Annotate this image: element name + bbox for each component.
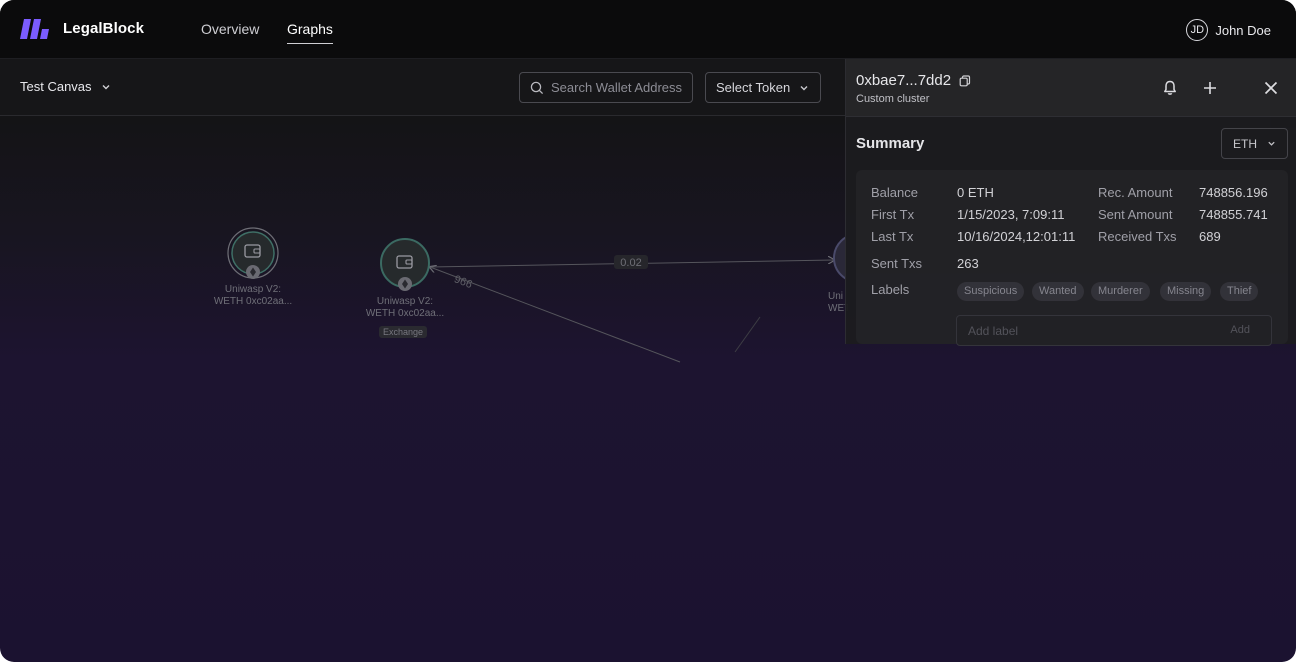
graph-edges: 0.02 966 bbox=[227, 227, 845, 363]
balance-value: 0 ETH bbox=[957, 185, 994, 200]
chevron-down-icon bbox=[800, 85, 808, 90]
copy-icon[interactable] bbox=[959, 74, 971, 87]
chevron-down-icon bbox=[102, 84, 110, 89]
app-window: LegalBlock Overview Graphs JD John Doe T… bbox=[0, 0, 1296, 662]
label-tag-missing[interactable]: Missing bbox=[1160, 282, 1212, 301]
bell-icon[interactable] bbox=[1160, 78, 1180, 98]
canvas-toolbar: Test Canvas Select Token bbox=[0, 59, 845, 116]
summary-title: Summary bbox=[856, 135, 925, 152]
label-tag-wanted[interactable]: Wanted bbox=[1032, 282, 1084, 301]
wallet-node[interactable] bbox=[833, 234, 845, 282]
token-select[interactable]: Select Token bbox=[705, 72, 821, 103]
close-icon[interactable] bbox=[1261, 78, 1281, 98]
received-txs-label: Received Txs bbox=[1098, 229, 1177, 244]
add-label-button[interactable]: Add bbox=[1230, 324, 1250, 336]
node-label: Uniwasp V2: WETH 0xc02aa... bbox=[365, 296, 445, 319]
label-tag-suspicious[interactable]: Suspicious bbox=[957, 282, 1025, 301]
top-header: LegalBlock Overview Graphs JD John Doe bbox=[0, 0, 1296, 59]
legalblock-logo-icon bbox=[20, 19, 49, 39]
wallet-address-text: 0xbae7...7dd2 bbox=[856, 72, 952, 89]
sent-amount-label: Sent Amount bbox=[1098, 207, 1173, 222]
node-label: Uniwasp V2: WETH 0xc02aa... bbox=[213, 284, 293, 307]
wallet-node[interactable] bbox=[227, 227, 279, 279]
panel-header: 0xbae7...7dd2 Custom cluster bbox=[846, 59, 1296, 117]
nav-graphs[interactable]: Graphs bbox=[287, 21, 333, 44]
currency-select[interactable]: ETH bbox=[1221, 128, 1288, 159]
chevron-down-icon bbox=[1268, 141, 1275, 146]
edge-label: 0.02 bbox=[620, 257, 641, 269]
add-label-input[interactable] bbox=[968, 323, 1218, 338]
labels-title: Labels bbox=[871, 282, 910, 297]
sent-txs-label: Sent Txs bbox=[871, 256, 923, 271]
add-label-field[interactable]: Add bbox=[956, 315, 1272, 346]
sent-txs-value: 263 bbox=[957, 256, 979, 271]
user-menu[interactable]: JD John Doe bbox=[1186, 19, 1271, 41]
search-input[interactable] bbox=[551, 80, 687, 95]
brand-name: LegalBlock bbox=[63, 20, 145, 37]
graph-canvas[interactable]: 0.02 966 Uniwasp V2: WETH 0xc02aa... Uni… bbox=[0, 117, 848, 662]
last-tx-value: 10/16/2024,12:01:11 bbox=[957, 229, 1076, 244]
nav-overview[interactable]: Overview bbox=[201, 21, 259, 37]
plus-icon[interactable] bbox=[1200, 78, 1220, 98]
rec-amount-value: 748856.196 bbox=[1199, 185, 1268, 200]
last-tx-label: Last Tx bbox=[871, 229, 914, 244]
canvas-selector[interactable]: Test Canvas bbox=[20, 79, 111, 94]
avatar[interactable]: JD bbox=[1186, 19, 1209, 41]
token-select-label: Select Token bbox=[716, 80, 791, 95]
first-tx-value: 1/15/2023, 7:09:11 bbox=[957, 207, 1065, 222]
wallet-address: 0xbae7...7dd2 bbox=[856, 72, 971, 89]
canvas-name: Test Canvas bbox=[20, 79, 92, 94]
first-tx-label: First Tx bbox=[871, 207, 915, 222]
label-tag-murderer[interactable]: Murderer bbox=[1091, 282, 1150, 301]
summary-card: Balance 0 ETH First Tx 1/15/2023, 7:09:1… bbox=[856, 170, 1288, 346]
balance-label: Balance bbox=[871, 185, 918, 200]
received-txs-value: 689 bbox=[1199, 229, 1221, 244]
wallet-search[interactable] bbox=[519, 72, 693, 103]
wallet-details-panel: 0xbae7...7dd2 Custom cluster Summary ETH bbox=[845, 59, 1296, 346]
sent-amount-value: 748855.741 bbox=[1199, 207, 1268, 222]
wallet-node[interactable] bbox=[380, 238, 430, 291]
search-icon bbox=[530, 81, 544, 94]
node-tag-badge: Exchange bbox=[379, 326, 428, 338]
rec-amount-label: Rec. Amount bbox=[1098, 185, 1173, 200]
edge-line[interactable] bbox=[734, 316, 761, 353]
cluster-name: Custom cluster bbox=[856, 93, 930, 105]
currency-value: ETH bbox=[1233, 136, 1257, 151]
edge-label: 966 bbox=[452, 273, 473, 291]
user-name[interactable]: John Doe bbox=[1215, 23, 1271, 38]
label-tag-thief[interactable]: Thief bbox=[1220, 282, 1259, 301]
